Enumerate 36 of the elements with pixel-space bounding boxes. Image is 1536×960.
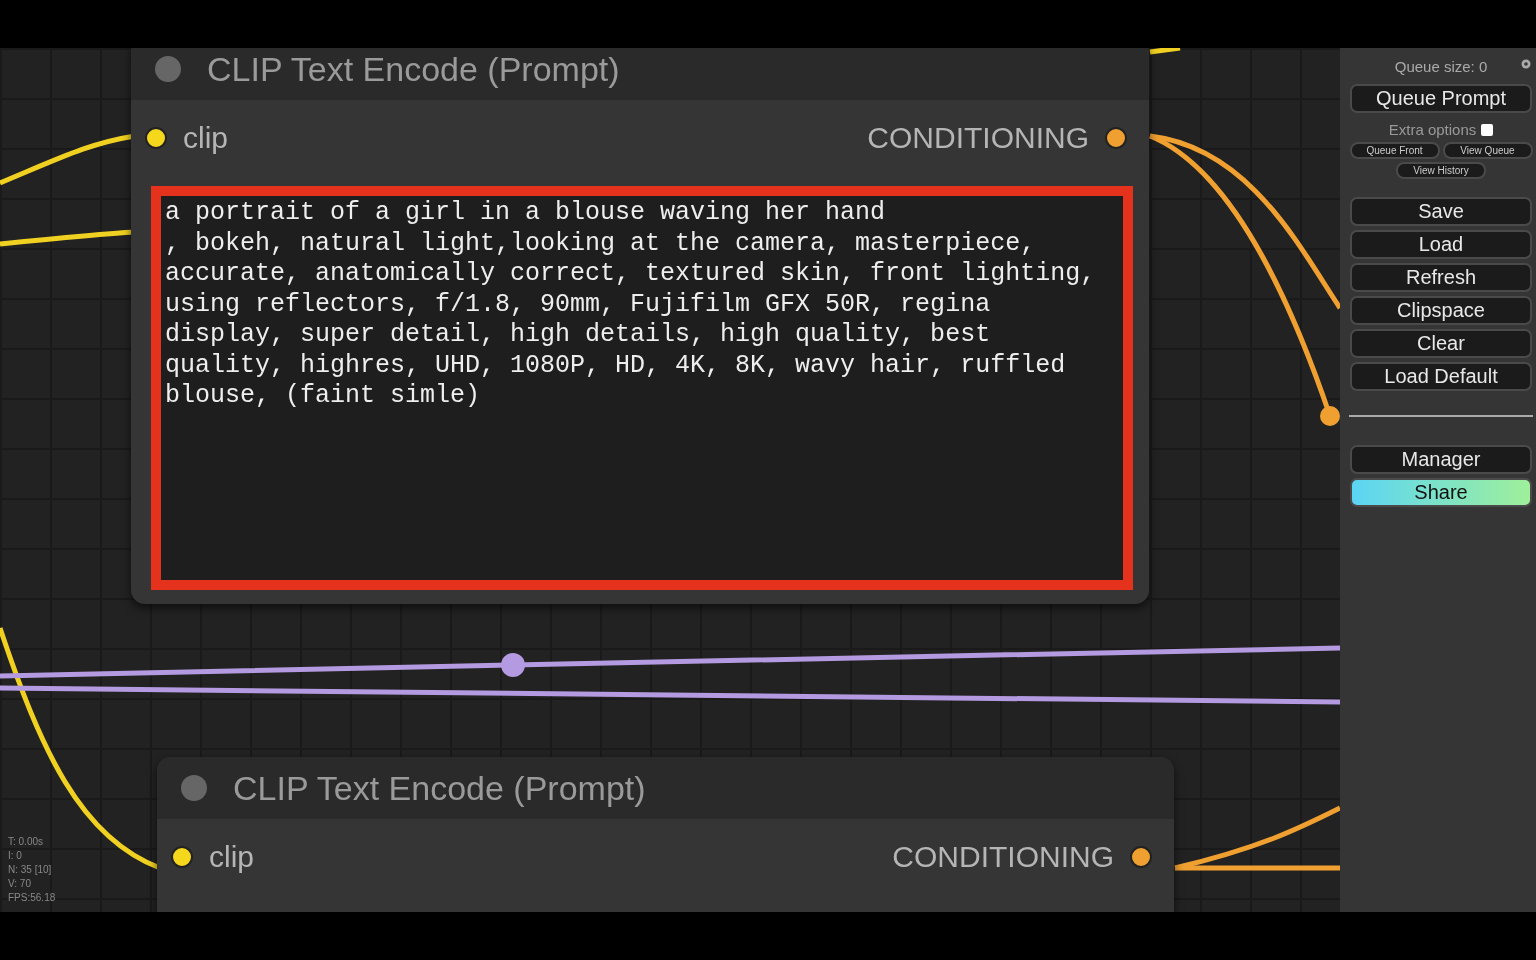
small-menu-button[interactable]: View Queue (1442, 142, 1533, 159)
menu-button[interactable]: Manager (1350, 445, 1532, 474)
menu-button[interactable]: Load Default (1350, 362, 1532, 391)
input-socket-icon[interactable] (171, 846, 193, 868)
input-label: clip (183, 121, 228, 155)
node-title: CLIP Text Encode (Prompt) (207, 49, 620, 89)
extra-options-label: Extra options (1388, 121, 1477, 138)
output-label: CONDITIONING (867, 121, 1089, 155)
input-socket-icon[interactable] (145, 127, 167, 149)
share-button[interactable]: Share (1350, 478, 1532, 507)
queue-size-text: Queue size: 0 (1394, 57, 1488, 75)
node-card[interactable]: CLIP Text Encode (Prompt) clip CONDITIONING (157, 757, 1174, 912)
collapse-dot-icon[interactable] (181, 775, 207, 801)
node-title: CLIP Text Encode (Prompt) (233, 768, 646, 808)
output-socket-icon[interactable] (1130, 846, 1152, 868)
collapse-dot-icon[interactable] (155, 56, 181, 82)
settings-icon[interactable] (1520, 58, 1532, 70)
stat-text: I: 0 (8, 849, 23, 862)
menu-button[interactable]: Clipspace (1350, 296, 1532, 325)
prompt-text-field[interactable]: a portrait of a girl in a blouse waving her hand , bokeh, natural light,looking at the camera, masterpiece, accurate, anatomically correct, textured skin, front lighting, using reflectors, f/1.8, 90mm, Fujifilm GFX 50R, regina display, super detail, high details, high quality, best quality, highres, UHD, 1080P, HD, 4K, 8K, wavy hair, ruffled blouse, (faint simle) (151, 186, 1133, 590)
stat-text: FPS:56.18 (8, 891, 56, 904)
small-menu-button[interactable]: Queue Front (1349, 142, 1440, 159)
stat-text: T: 0.00s (8, 835, 45, 848)
queue-prompt-button[interactable]: Queue Prompt (1350, 84, 1532, 113)
menu-button[interactable]: Load (1350, 230, 1532, 259)
small-menu-button[interactable]: View History (1396, 162, 1486, 179)
stat-text: V: 70 (8, 877, 32, 890)
input-label: clip (209, 840, 254, 874)
menu-button[interactable]: Clear (1350, 329, 1532, 358)
menu-button[interactable]: Refresh (1350, 263, 1532, 292)
menu-button[interactable]: Save (1350, 197, 1532, 226)
stat-text: N: 35 [10] (8, 863, 53, 876)
output-socket-icon[interactable] (1105, 127, 1127, 149)
node-card[interactable] (131, 48, 1149, 604)
output-label: CONDITIONING (892, 840, 1114, 874)
extra-options-checkbox[interactable] (1481, 123, 1494, 136)
